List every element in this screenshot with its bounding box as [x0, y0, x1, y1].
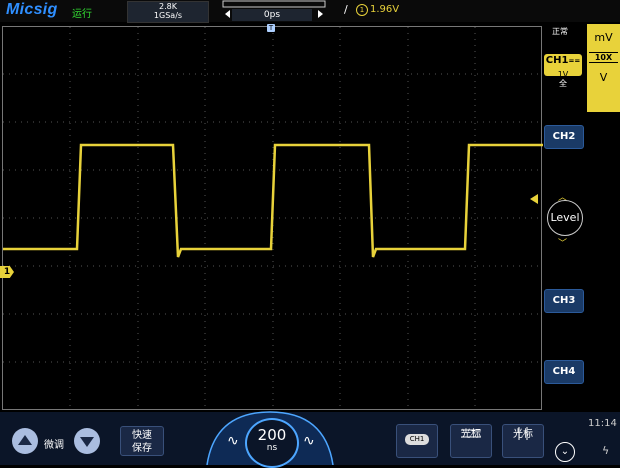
ch3-button[interactable]: CH3 [544, 289, 584, 313]
fine-down-button[interactable] [74, 428, 100, 454]
ch1-menu-button[interactable]: CH1 [396, 424, 438, 458]
acquire-mode[interactable]: 正常 [552, 26, 568, 37]
fine-adjust-label: 微调 [44, 440, 64, 451]
time-position: 0ps [232, 9, 312, 21]
right-arrow-icon [318, 10, 323, 18]
trigger-level-marker[interactable] [530, 194, 538, 204]
quick-save-button[interactable]: 快速 保存 [120, 426, 164, 456]
trigger-source-icon: 1 [356, 4, 368, 16]
ch4-button[interactable]: CH4 [544, 360, 584, 384]
acquisition-info[interactable]: 2.8K 1GSa/s [127, 1, 209, 23]
sample-rate: 1GSa/s [153, 11, 183, 20]
battery-icon: ϟ [602, 444, 610, 457]
ch1-button[interactable]: CH1== 1V [544, 54, 582, 79]
brand-logo: Micsig [6, 1, 58, 18]
ch1-waveform [3, 143, 543, 258]
ch1-bandwidth: 全 [559, 79, 567, 88]
trigger-edge-icon: / [344, 3, 348, 16]
vertical-cursor-icon [518, 427, 528, 440]
timebase-unit: ns [266, 443, 278, 453]
horizontal-cursor-icon [461, 429, 481, 438]
down-arrow-icon [80, 437, 94, 447]
run-status[interactable]: 运行 [72, 5, 92, 20]
clock: 11:14 [588, 418, 617, 429]
horizontal-cursor-button[interactable]: 光标 [450, 424, 492, 458]
quick-save-line2: 保存 [132, 443, 152, 454]
timebase-knob[interactable]: 200 ns [245, 418, 299, 468]
expand-menu-icon[interactable]: ⌄ [555, 442, 575, 462]
level-button[interactable]: Level [547, 200, 583, 236]
up-arrow-icon [18, 435, 32, 445]
ch1-icon: CH1 [405, 434, 429, 445]
unit-panel[interactable]: mV 10X V [587, 24, 620, 112]
graticule [3, 27, 543, 411]
unit-mv[interactable]: mV [587, 31, 620, 44]
wave-right-icon: ∿ [303, 433, 315, 449]
quick-save-line1: 快速 [132, 430, 152, 441]
trigger-level: 1.96V [370, 4, 400, 15]
wave-left-icon: ∿ [227, 433, 239, 449]
unit-v[interactable]: V [587, 71, 620, 84]
left-arrow-icon [225, 10, 230, 18]
trigger-position-marker[interactable]: T [267, 24, 275, 32]
waveform-display[interactable] [2, 26, 543, 411]
vertical-cursor-button[interactable]: 光标 [502, 424, 544, 458]
ch1-label: CH1 [545, 55, 569, 66]
fine-up-button[interactable] [12, 428, 38, 454]
level-down-icon[interactable]: ﹀ [558, 236, 567, 249]
memory-depth: 2.8K [159, 2, 177, 11]
probe-ratio[interactable]: 10X [589, 52, 618, 63]
ch2-button[interactable]: CH2 [544, 125, 584, 149]
timebase-value: 200 [257, 426, 287, 444]
coupling-icon: == [568, 57, 581, 65]
